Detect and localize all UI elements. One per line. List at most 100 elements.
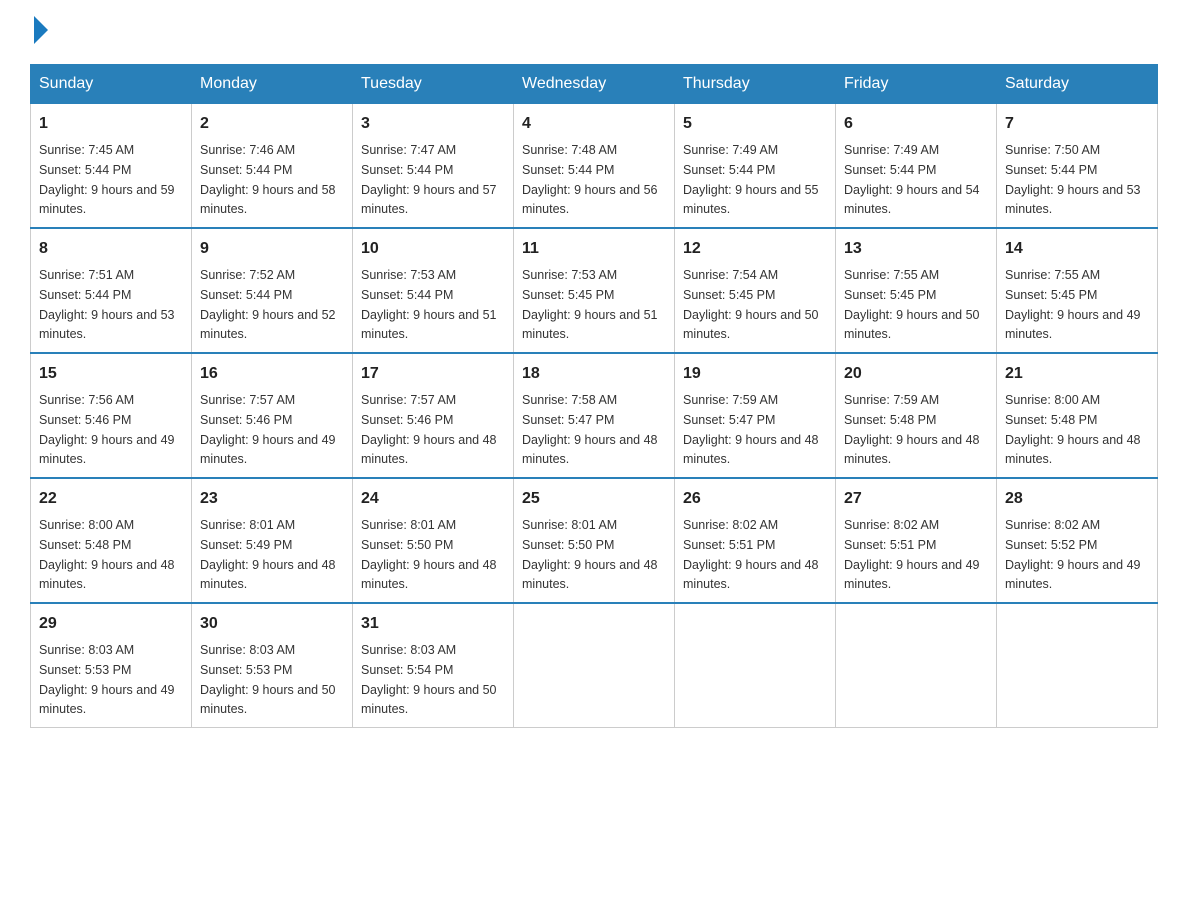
calendar-week-row: 8Sunrise: 7:51 AMSunset: 5:44 PMDaylight…: [31, 228, 1158, 353]
calendar-week-row: 1Sunrise: 7:45 AMSunset: 5:44 PMDaylight…: [31, 104, 1158, 229]
day-info: Sunrise: 7:55 AMSunset: 5:45 PMDaylight:…: [1005, 268, 1141, 341]
calendar-cell: 25 Sunrise: 8:01 AMSunset: 5:50 PMDayligh…: [514, 478, 675, 603]
day-number: 2: [200, 112, 344, 136]
calendar-header-row: SundayMondayTuesdayWednesdayThursdayFrid…: [31, 65, 1158, 104]
day-number: 13: [844, 237, 988, 261]
day-number: 14: [1005, 237, 1149, 261]
col-header-thursday: Thursday: [675, 65, 836, 104]
calendar-week-row: 22 Sunrise: 8:00 AMSunset: 5:48 PMDayligh…: [31, 478, 1158, 603]
day-number: 25: [522, 487, 666, 511]
day-info: Sunrise: 8:03 AMSunset: 5:54 PMDaylight:…: [361, 643, 497, 716]
calendar-cell: 9 Sunrise: 7:52 AMSunset: 5:44 PMDaylight…: [192, 228, 353, 353]
day-number: 28: [1005, 487, 1149, 511]
col-header-friday: Friday: [836, 65, 997, 104]
calendar-cell: 4 Sunrise: 7:48 AMSunset: 5:44 PMDaylight…: [514, 104, 675, 229]
calendar-cell: 23 Sunrise: 8:01 AMSunset: 5:49 PMDayligh…: [192, 478, 353, 603]
day-info: Sunrise: 8:01 AMSunset: 5:50 PMDaylight:…: [522, 518, 658, 591]
day-info: Sunrise: 8:03 AMSunset: 5:53 PMDaylight:…: [200, 643, 336, 716]
day-number: 30: [200, 612, 344, 636]
day-info: Sunrise: 7:59 AMSunset: 5:48 PMDaylight:…: [844, 393, 980, 466]
calendar-cell: 21 Sunrise: 8:00 AMSunset: 5:48 PMDayligh…: [997, 353, 1158, 478]
calendar-cell: 13 Sunrise: 7:55 AMSunset: 5:45 PMDayligh…: [836, 228, 997, 353]
day-info: Sunrise: 7:53 AMSunset: 5:44 PMDaylight:…: [361, 268, 497, 341]
calendar-cell: 27 Sunrise: 8:02 AMSunset: 5:51 PMDayligh…: [836, 478, 997, 603]
calendar-cell: 2 Sunrise: 7:46 AMSunset: 5:44 PMDaylight…: [192, 104, 353, 229]
calendar-cell: 30 Sunrise: 8:03 AMSunset: 5:53 PMDayligh…: [192, 603, 353, 728]
day-info: Sunrise: 7:57 AMSunset: 5:46 PMDaylight:…: [361, 393, 497, 466]
day-number: 26: [683, 487, 827, 511]
day-info: Sunrise: 7:55 AMSunset: 5:45 PMDaylight:…: [844, 268, 980, 341]
day-number: 7: [1005, 112, 1149, 136]
calendar-cell: 8Sunrise: 7:51 AMSunset: 5:44 PMDaylight…: [31, 228, 192, 353]
calendar-cell: 22 Sunrise: 8:00 AMSunset: 5:48 PMDayligh…: [31, 478, 192, 603]
calendar-cell: 11Sunrise: 7:53 AMSunset: 5:45 PMDayligh…: [514, 228, 675, 353]
col-header-wednesday: Wednesday: [514, 65, 675, 104]
calendar-week-row: 29 Sunrise: 8:03 AMSunset: 5:53 PMDayligh…: [31, 603, 1158, 728]
day-number: 21: [1005, 362, 1149, 386]
day-number: 18: [522, 362, 666, 386]
day-info: Sunrise: 7:49 AMSunset: 5:44 PMDaylight:…: [683, 143, 819, 216]
day-info: Sunrise: 7:50 AMSunset: 5:44 PMDaylight:…: [1005, 143, 1141, 216]
calendar-cell: 14 Sunrise: 7:55 AMSunset: 5:45 PMDayligh…: [997, 228, 1158, 353]
calendar-cell: 28 Sunrise: 8:02 AMSunset: 5:52 PMDayligh…: [997, 478, 1158, 603]
calendar-cell: 5 Sunrise: 7:49 AMSunset: 5:44 PMDaylight…: [675, 104, 836, 229]
logo-arrow-icon: [34, 16, 48, 44]
day-number: 19: [683, 362, 827, 386]
calendar-cell: 3Sunrise: 7:47 AMSunset: 5:44 PMDaylight…: [353, 104, 514, 229]
day-info: Sunrise: 7:58 AMSunset: 5:47 PMDaylight:…: [522, 393, 658, 466]
day-number: 3: [361, 112, 505, 136]
day-number: 20: [844, 362, 988, 386]
day-number: 27: [844, 487, 988, 511]
day-number: 17: [361, 362, 505, 386]
calendar-table: SundayMondayTuesdayWednesdayThursdayFrid…: [30, 64, 1158, 728]
calendar-cell: 10 Sunrise: 7:53 AMSunset: 5:44 PMDayligh…: [353, 228, 514, 353]
calendar-cell: 16Sunrise: 7:57 AMSunset: 5:46 PMDayligh…: [192, 353, 353, 478]
calendar-cell: 12 Sunrise: 7:54 AMSunset: 5:45 PMDayligh…: [675, 228, 836, 353]
col-header-tuesday: Tuesday: [353, 65, 514, 104]
day-info: Sunrise: 8:03 AMSunset: 5:53 PMDaylight:…: [39, 643, 175, 716]
calendar-cell: [997, 603, 1158, 728]
day-info: Sunrise: 7:46 AMSunset: 5:44 PMDaylight:…: [200, 143, 336, 216]
calendar-cell: [836, 603, 997, 728]
day-number: 12: [683, 237, 827, 261]
day-number: 15: [39, 362, 183, 386]
calendar-cell: 29 Sunrise: 8:03 AMSunset: 5:53 PMDayligh…: [31, 603, 192, 728]
day-info: Sunrise: 8:00 AMSunset: 5:48 PMDaylight:…: [1005, 393, 1141, 466]
day-info: Sunrise: 8:02 AMSunset: 5:51 PMDaylight:…: [844, 518, 980, 591]
day-number: 10: [361, 237, 505, 261]
day-number: 6: [844, 112, 988, 136]
day-info: Sunrise: 7:48 AMSunset: 5:44 PMDaylight:…: [522, 143, 658, 216]
day-info: Sunrise: 7:56 AMSunset: 5:46 PMDaylight:…: [39, 393, 175, 466]
day-number: 23: [200, 487, 344, 511]
day-number: 5: [683, 112, 827, 136]
day-info: Sunrise: 8:01 AMSunset: 5:50 PMDaylight:…: [361, 518, 497, 591]
day-info: Sunrise: 8:01 AMSunset: 5:49 PMDaylight:…: [200, 518, 336, 591]
day-number: 9: [200, 237, 344, 261]
col-header-sunday: Sunday: [31, 65, 192, 104]
day-number: 31: [361, 612, 505, 636]
calendar-cell: 24 Sunrise: 8:01 AMSunset: 5:50 PMDayligh…: [353, 478, 514, 603]
day-info: Sunrise: 7:54 AMSunset: 5:45 PMDaylight:…: [683, 268, 819, 341]
calendar-cell: 31 Sunrise: 8:03 AMSunset: 5:54 PMDayligh…: [353, 603, 514, 728]
day-number: 4: [522, 112, 666, 136]
col-header-monday: Monday: [192, 65, 353, 104]
calendar-cell: 18 Sunrise: 7:58 AMSunset: 5:47 PMDayligh…: [514, 353, 675, 478]
calendar-cell: 6Sunrise: 7:49 AMSunset: 5:44 PMDaylight…: [836, 104, 997, 229]
day-number: 16: [200, 362, 344, 386]
day-info: Sunrise: 8:00 AMSunset: 5:48 PMDaylight:…: [39, 518, 175, 591]
col-header-saturday: Saturday: [997, 65, 1158, 104]
day-number: 8: [39, 237, 183, 261]
calendar-cell: [514, 603, 675, 728]
day-info: Sunrise: 8:02 AMSunset: 5:51 PMDaylight:…: [683, 518, 819, 591]
day-info: Sunrise: 7:59 AMSunset: 5:47 PMDaylight:…: [683, 393, 819, 466]
day-number: 29: [39, 612, 183, 636]
day-info: Sunrise: 7:52 AMSunset: 5:44 PMDaylight:…: [200, 268, 336, 341]
calendar-cell: 17 Sunrise: 7:57 AMSunset: 5:46 PMDayligh…: [353, 353, 514, 478]
calendar-cell: 1Sunrise: 7:45 AMSunset: 5:44 PMDaylight…: [31, 104, 192, 229]
day-number: 1: [39, 112, 183, 136]
day-number: 22: [39, 487, 183, 511]
day-number: 24: [361, 487, 505, 511]
calendar-cell: 15 Sunrise: 7:56 AMSunset: 5:46 PMDayligh…: [31, 353, 192, 478]
day-info: Sunrise: 8:02 AMSunset: 5:52 PMDaylight:…: [1005, 518, 1141, 591]
calendar-cell: 19 Sunrise: 7:59 AMSunset: 5:47 PMDayligh…: [675, 353, 836, 478]
